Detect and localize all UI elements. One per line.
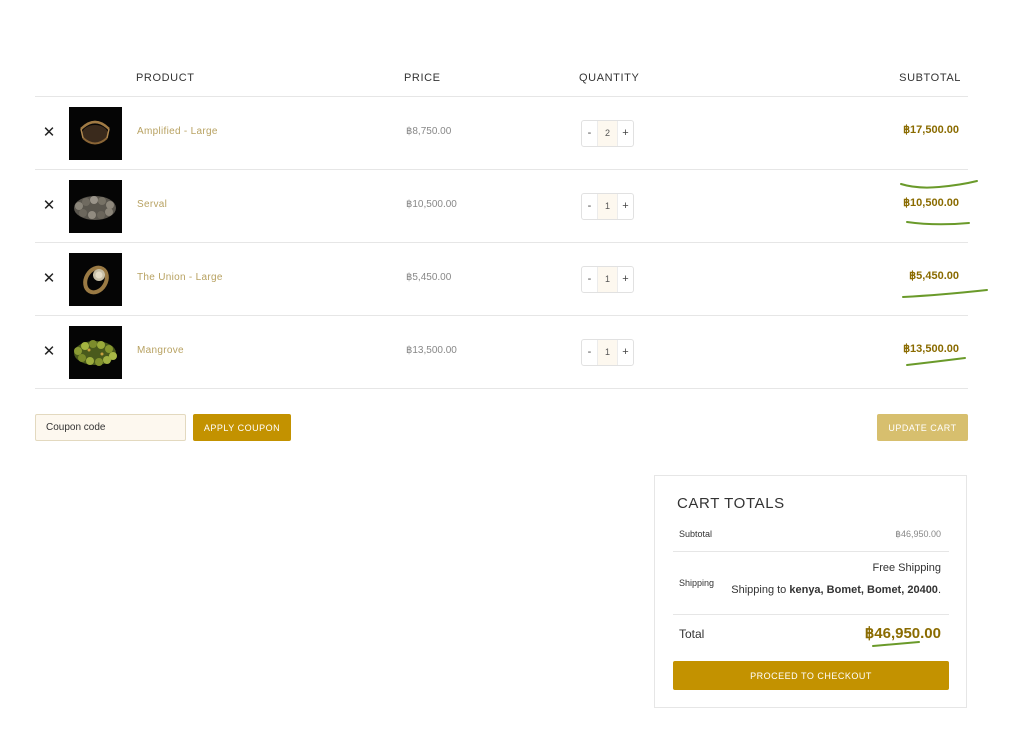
update-cart-button[interactable]: UPDATE CART <box>877 414 968 441</box>
product-link[interactable]: The Union - Large <box>137 272 223 283</box>
product-link[interactable]: Amplified - Large <box>137 126 218 137</box>
coupon-code-input[interactable] <box>35 414 186 441</box>
quantity-input[interactable]: 1 <box>597 194 618 219</box>
header-product: PRODUCT <box>136 72 195 84</box>
line-subtotal: ฿5,450.00 <box>909 270 959 282</box>
beaded-bracelet-image[interactable] <box>69 180 122 233</box>
quantity-stepper: - 1 + <box>581 266 634 293</box>
remove-item-icon[interactable]: ✕ <box>42 343 56 361</box>
header-price: PRICE <box>404 72 441 84</box>
shipping-to-suffix: . <box>937 584 941 596</box>
quantity-decrement-button[interactable]: - <box>582 121 597 146</box>
highlight-underline-mark <box>906 357 966 366</box>
product-price: ฿5,450.00 <box>406 272 452 283</box>
product-link[interactable]: Serval <box>137 199 167 210</box>
quantity-decrement-button[interactable]: - <box>582 340 597 365</box>
ring-image[interactable] <box>69 253 122 306</box>
highlight-underline-mark <box>902 289 988 298</box>
apply-coupon-button[interactable]: APPLY COUPON <box>193 414 291 441</box>
total-label: Total <box>679 627 705 641</box>
highlight-underline-mark <box>906 221 970 226</box>
cuff-bracelet-image[interactable] <box>69 107 122 160</box>
cart-totals-title: CART TOTALS <box>677 495 785 512</box>
quantity-increment-button[interactable]: + <box>618 340 633 365</box>
remove-item-icon[interactable]: ✕ <box>42 124 56 142</box>
product-price: ฿13,500.00 <box>406 345 457 356</box>
product-price: ฿8,750.00 <box>406 126 452 137</box>
shipping-destination-text: Shipping to kenya, Bomet, Bomet, 20400. <box>731 584 941 596</box>
quantity-stepper: - 1 + <box>581 193 634 220</box>
cart-row: ✕ The Union - Large ฿5,450.00 - 1 + ฿5,4… <box>35 243 988 316</box>
header-quantity: QUANTITY <box>579 72 640 84</box>
shipping-destination: kenya, Bomet, Bomet, 20400 <box>789 584 938 596</box>
green-bead-bracelet-image[interactable] <box>69 326 122 379</box>
cart-totals-panel: CART TOTALS Subtotal ฿46,950.00 Shipping… <box>654 475 967 708</box>
shipping-label: Shipping <box>679 578 715 588</box>
quantity-input[interactable]: 1 <box>597 340 618 365</box>
cart-table: PRODUCT PRICE QUANTITY SUBTOTAL ✕ Amplif… <box>35 60 988 389</box>
quantity-decrement-button[interactable]: - <box>582 267 597 292</box>
product-link[interactable]: Mangrove <box>137 345 184 356</box>
cart-row: ✕ Amplified - Large ฿8,750.00 - 2 + ฿17,… <box>35 97 978 189</box>
quantity-increment-button[interactable]: + <box>618 267 633 292</box>
remove-item-icon[interactable]: ✕ <box>42 270 56 288</box>
shipping-method: Free Shipping <box>872 562 942 574</box>
divider <box>673 551 949 552</box>
remove-item-icon[interactable]: ✕ <box>42 197 56 215</box>
quantity-stepper: - 2 + <box>581 120 634 147</box>
quantity-decrement-button[interactable]: - <box>582 194 597 219</box>
cart-table-header: PRODUCT PRICE QUANTITY SUBTOTAL <box>35 60 968 97</box>
subtotal-label: Subtotal <box>679 529 713 539</box>
quantity-increment-button[interactable]: + <box>618 194 633 219</box>
quantity-input[interactable]: 1 <box>597 267 618 292</box>
divider <box>673 614 949 615</box>
header-subtotal: SUBTOTAL <box>899 72 961 84</box>
total-value: ฿46,950.00 <box>864 625 941 642</box>
cart-row: ✕ Mangrove ฿13,500.00 - 1 + ฿13,500.00 <box>35 316 968 389</box>
quantity-increment-button[interactable]: + <box>618 121 633 146</box>
subtotal-value: ฿46,950.00 <box>895 529 941 539</box>
cart-row: ✕ Serval ฿10,500.00 - 1 + ฿10,500.00 <box>35 170 970 243</box>
quantity-stepper: - 1 + <box>581 339 634 366</box>
proceed-to-checkout-button[interactable]: PROCEED TO CHECKOUT <box>673 661 949 690</box>
line-subtotal: ฿13,500.00 <box>903 343 959 355</box>
product-price: ฿10,500.00 <box>406 199 457 210</box>
quantity-input[interactable]: 2 <box>597 121 618 146</box>
line-subtotal: ฿10,500.00 <box>903 197 959 209</box>
line-subtotal: ฿17,500.00 <box>903 124 959 136</box>
shipping-to-prefix: Shipping to <box>731 584 790 596</box>
